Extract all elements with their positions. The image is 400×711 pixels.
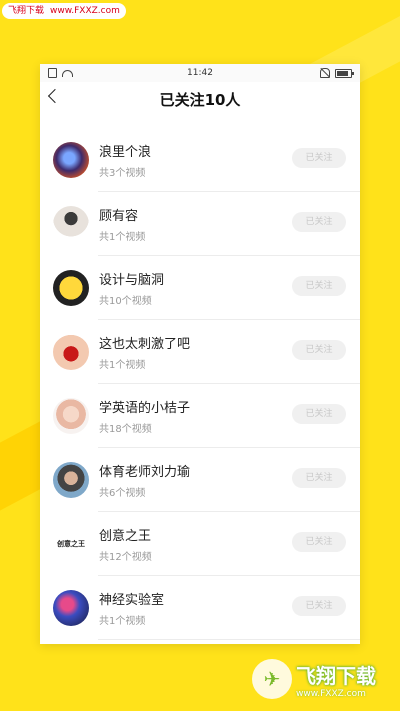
video-count: 共1个视频 xyxy=(99,616,146,627)
avatar[interactable] xyxy=(53,270,89,306)
battery-icon xyxy=(335,68,354,78)
nav-bar: 已关注10人 xyxy=(40,82,360,116)
video-count: 共1个视频 xyxy=(99,232,146,243)
item-info: 这也太刺激了吧 共1个视频 xyxy=(99,333,190,371)
following-button[interactable]: 已关注 xyxy=(292,468,346,488)
following-button[interactable]: 已关注 xyxy=(292,276,346,296)
following-button[interactable]: 已关注 xyxy=(292,148,346,168)
list-item[interactable]: 这也太刺激了吧 共1个视频 已关注 xyxy=(40,320,360,384)
item-info: 设计与脑洞 共10个视频 xyxy=(99,269,164,307)
list-item[interactable]: 设计与脑洞 共10个视频 已关注 xyxy=(40,256,360,320)
video-count: 共1个视频 xyxy=(99,360,146,371)
watermark-bottom: ✈ 飞翔下载 www.FXXZ.com xyxy=(252,655,392,703)
list-item[interactable] xyxy=(40,640,360,644)
back-arrow-icon[interactable] xyxy=(47,88,63,104)
list-item[interactable]: 学英语的小桔子 共18个视频 已关注 xyxy=(40,384,360,448)
list-item[interactable]: 体育老师刘力瑜 共6个视频 已关注 xyxy=(40,448,360,512)
user-name: 创意之王 xyxy=(99,529,152,544)
watermark-brand: 飞翔下载 xyxy=(8,6,45,16)
video-count: 共10个视频 xyxy=(99,296,152,307)
user-name: 学英语的小桔子 xyxy=(99,401,191,416)
following-button[interactable]: 已关注 xyxy=(292,340,346,360)
item-info: 创意之王 共12个视频 xyxy=(99,525,152,563)
mute-icon xyxy=(320,68,330,78)
status-bar: 11:42 xyxy=(40,64,360,82)
user-name: 体育老师刘力瑜 xyxy=(99,465,191,480)
item-info: 学英语的小桔子 共18个视频 xyxy=(99,397,190,435)
video-count: 共6个视频 xyxy=(99,488,146,499)
avatar[interactable] xyxy=(53,590,89,626)
item-info: 神经实验室 共1个视频 xyxy=(99,589,164,627)
list-item[interactable]: 浪里个浪 共3个视频 已关注 xyxy=(40,128,360,192)
watermark-url: www.FXXZ.com xyxy=(50,6,120,16)
video-count: 共3个视频 xyxy=(99,168,146,179)
list-item[interactable]: 神经实验室 共1个视频 已关注 xyxy=(40,576,360,640)
avatar[interactable] xyxy=(53,398,89,434)
wifi-icon xyxy=(62,69,73,77)
video-count: 共12个视频 xyxy=(99,552,152,563)
phone-screen: 11:42 已关注10人 浪里个浪 共3个视频 已关注 顾有容 共1个视频 已关… xyxy=(40,64,360,644)
status-icons-left xyxy=(48,68,108,78)
avatar[interactable] xyxy=(53,334,89,370)
user-name: 这也太刺激了吧 xyxy=(99,337,191,352)
watermark-top: 飞翔下载 www.FXXZ.com xyxy=(2,3,126,19)
status-icons-right xyxy=(292,68,354,78)
following-button[interactable]: 已关注 xyxy=(292,596,346,616)
user-name: 顾有容 xyxy=(99,209,139,224)
page-title: 已关注10人 xyxy=(159,90,241,109)
item-info: 浪里个浪 共3个视频 xyxy=(99,141,151,179)
avatar[interactable]: 创意之王 xyxy=(53,526,89,562)
watermark-text: 飞翔下载 www.FXXZ.com xyxy=(296,660,376,699)
following-button[interactable]: 已关注 xyxy=(292,532,346,552)
status-time: 11:42 xyxy=(187,68,213,78)
list-item[interactable]: 创意之王 创意之王 共12个视频 已关注 xyxy=(40,512,360,576)
avatar[interactable] xyxy=(53,142,89,178)
watermark-logo-icon: ✈ xyxy=(252,659,292,699)
watermark-url: www.FXXZ.com xyxy=(296,688,366,699)
following-button[interactable]: 已关注 xyxy=(292,212,346,232)
avatar[interactable] xyxy=(53,206,89,242)
list-item[interactable]: 顾有容 共1个视频 已关注 xyxy=(40,192,360,256)
avatar[interactable] xyxy=(53,462,89,498)
user-name: 设计与脑洞 xyxy=(99,273,165,288)
following-list: 浪里个浪 共3个视频 已关注 顾有容 共1个视频 已关注 设计与脑洞 共10个视… xyxy=(40,128,360,644)
video-count: 共18个视频 xyxy=(99,424,152,435)
user-name: 浪里个浪 xyxy=(99,145,152,160)
item-info: 体育老师刘力瑜 共6个视频 xyxy=(99,461,190,499)
following-button[interactable]: 已关注 xyxy=(292,404,346,424)
user-name: 神经实验室 xyxy=(99,593,165,608)
watermark-title: 飞翔下载 xyxy=(296,663,376,688)
sim-icon xyxy=(48,68,57,78)
avatar-logo-text: 创意之王 xyxy=(57,540,85,548)
item-info: 顾有容 共1个视频 xyxy=(99,205,145,243)
